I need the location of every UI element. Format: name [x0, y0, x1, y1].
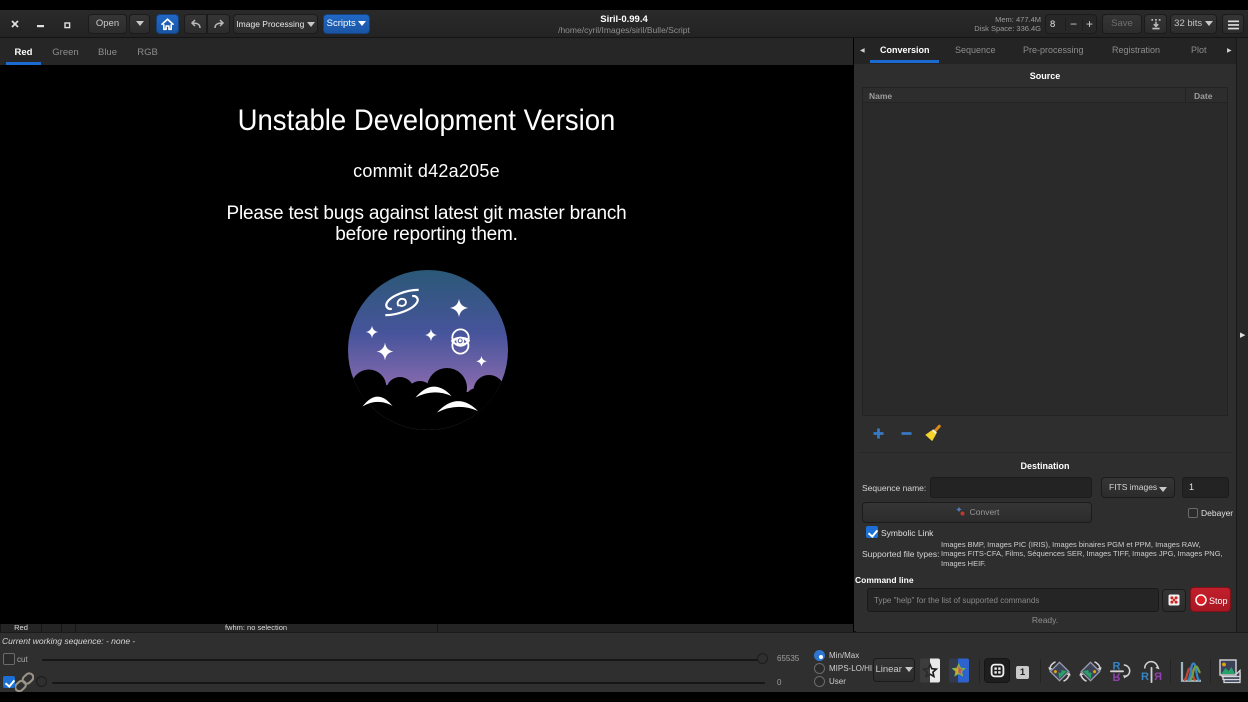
svg-text:R: R — [1154, 671, 1162, 683]
svg-text:R: R — [1141, 671, 1149, 683]
svg-text:R: R — [1113, 671, 1121, 683]
